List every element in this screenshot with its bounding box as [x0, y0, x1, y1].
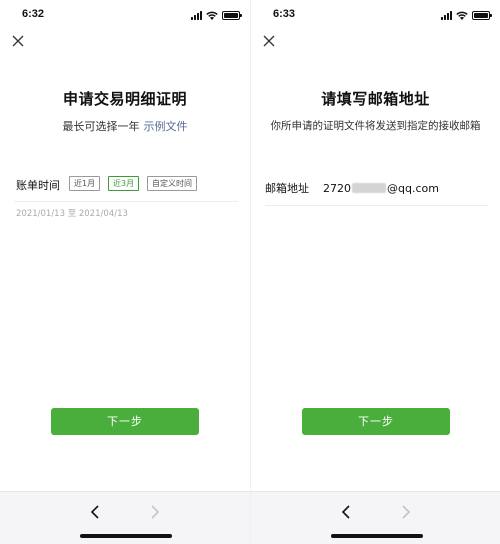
email-field[interactable]: 2720 @qq.com [323, 182, 439, 195]
chip-1-month[interactable]: 近1月 [69, 176, 101, 191]
redacted-email-segment [352, 183, 386, 193]
status-bar: 6:32 [0, 0, 250, 28]
subtitle-text: 最长可选择一年 [62, 120, 140, 133]
left-screen: 6:32 申请交易明细证明 最长可选择一年 示例文件 账单时间 近1月 近3月 自… [0, 0, 250, 544]
chevron-right-icon[interactable] [395, 502, 415, 522]
home-indicator[interactable] [331, 534, 423, 538]
page-title: 请填写邮箱地址 [321, 90, 430, 108]
divider [265, 205, 488, 206]
next-step-button[interactable]: 下一步 [51, 408, 199, 435]
status-time: 6:33 [273, 8, 296, 20]
battery-icon [472, 10, 492, 20]
cellular-signal-icon [191, 10, 202, 20]
wifi-icon [456, 11, 468, 20]
chip-custom-time[interactable]: 自定义时间 [147, 176, 197, 191]
sample-file-link[interactable]: 示例文件 [144, 120, 188, 133]
close-icon[interactable] [261, 33, 277, 49]
home-indicator[interactable] [80, 534, 172, 538]
browser-nav-bar [0, 491, 250, 544]
status-icons [191, 10, 242, 20]
wifi-icon [206, 11, 218, 20]
page-subtitle: 你所申请的证明文件将发送到指定的接收邮箱 [270, 120, 481, 132]
page-title: 申请交易明细证明 [62, 90, 187, 108]
chevron-right-icon[interactable] [144, 502, 164, 522]
chevron-left-icon[interactable] [337, 502, 357, 522]
email-suffix: @qq.com [387, 181, 439, 195]
next-step-button[interactable]: 下一步 [302, 408, 450, 435]
cellular-signal-icon [441, 10, 452, 20]
email-row[interactable]: 邮箱地址 2720 @qq.com [265, 180, 439, 196]
page-subtitle: 最长可选择一年 示例文件 [0, 118, 250, 134]
status-icons [441, 10, 492, 20]
email-label: 邮箱地址 [265, 182, 309, 195]
chevron-left-icon[interactable] [86, 502, 106, 522]
status-time: 6:32 [22, 8, 45, 20]
browser-nav-bar [251, 491, 500, 544]
close-icon[interactable] [10, 33, 26, 49]
status-bar: 6:33 [251, 0, 500, 28]
email-prefix: 2720 [323, 181, 351, 195]
battery-icon [222, 10, 242, 20]
date-range-text: 2021/01/13 至 2021/04/13 [16, 209, 128, 219]
chip-3-months[interactable]: 近3月 [108, 176, 140, 191]
divider [14, 201, 238, 202]
right-screen: 6:33 请填写邮箱地址 你所申请的证明文件将发送到指定的接收邮箱 邮箱地址 2… [250, 0, 500, 544]
bill-time-label: 账单时间 [16, 179, 60, 192]
